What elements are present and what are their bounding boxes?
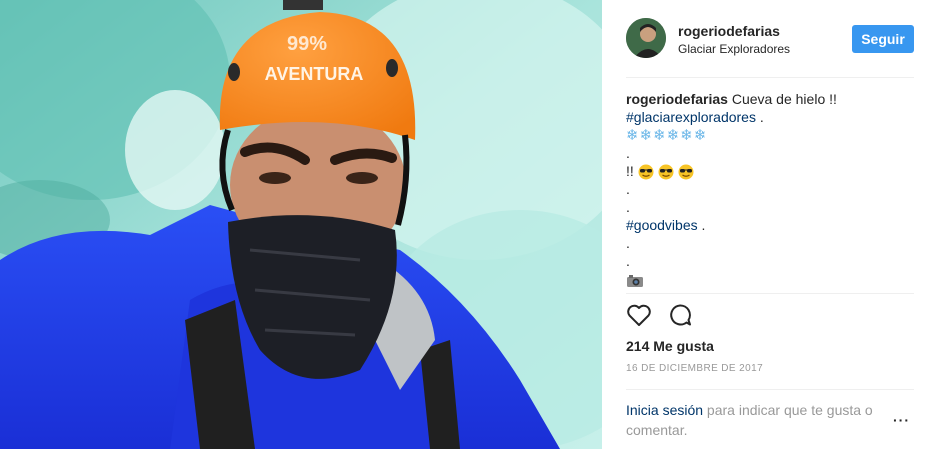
- login-prompt: Inicia sesión para indicar que te gusta …: [626, 400, 894, 440]
- avatar[interactable]: [626, 18, 666, 58]
- more-options-icon[interactable]: ···: [893, 412, 910, 428]
- caption-divider: [626, 293, 914, 294]
- caption-dot: .: [626, 145, 630, 161]
- caption-dot: .: [626, 199, 630, 215]
- helmet-text-line1: 99%: [287, 33, 327, 55]
- post-sidebar: rogeriodefarias Glaciar Exploradores Seg…: [602, 0, 934, 449]
- likes-count[interactable]: 214 Me gusta: [626, 338, 714, 354]
- sunglasses-emoji-row: [638, 164, 694, 180]
- camera-emoji-icon: [627, 275, 643, 288]
- helmet-text-line2: AVENTURA: [265, 64, 364, 84]
- comment-bubble-icon[interactable]: [668, 303, 692, 327]
- action-bar: [626, 303, 726, 331]
- header-divider: [626, 77, 914, 78]
- sunglasses-emoji-icon: [658, 164, 674, 180]
- hashtag-goodvibes[interactable]: #goodvibes: [626, 217, 698, 233]
- caption-dot: .: [626, 235, 630, 251]
- caption-suffix-2: .: [697, 217, 706, 233]
- caption-suffix-1: .: [755, 109, 764, 125]
- post-header: rogeriodefarias Glaciar Exploradores Seg…: [626, 16, 914, 64]
- post-date[interactable]: 16 DE DICIEMBRE DE 2017: [626, 363, 763, 374]
- caption-text: Cueva de hielo !!: [731, 91, 837, 107]
- caption-exclaim: !!: [626, 163, 634, 179]
- location-link[interactable]: Glaciar Exploradores: [678, 42, 790, 56]
- hashtag-glaciarexploradores[interactable]: #glaciarexploradores: [626, 109, 756, 125]
- sunglasses-emoji-icon: [678, 164, 694, 180]
- caption-dot: .: [626, 181, 630, 197]
- caption-dot: .: [626, 253, 630, 269]
- username-link[interactable]: rogeriodefarias: [678, 23, 780, 39]
- post-caption: rogeriodefarias Cueva de hielo !! #glaci…: [626, 90, 916, 288]
- sunglasses-emoji-icon: [638, 164, 654, 180]
- login-link[interactable]: Inicia sesión: [626, 402, 703, 418]
- caption-username[interactable]: rogeriodefarias: [626, 91, 728, 107]
- selfie-image: 99% AVENTURA: [0, 0, 602, 449]
- post-photo[interactable]: 99% AVENTURA: [0, 0, 602, 449]
- follow-button[interactable]: Seguir: [852, 25, 914, 53]
- heart-icon[interactable]: [626, 303, 652, 327]
- footer-divider: [626, 389, 914, 390]
- snowflake-emoji-row: ❄❄❄❄❄❄: [626, 127, 708, 144]
